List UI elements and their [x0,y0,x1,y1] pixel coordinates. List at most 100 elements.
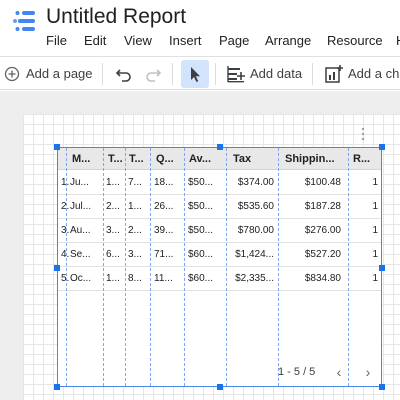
column-header[interactable]: Tax [233,148,273,170]
add-chart-button[interactable]: Add a cha [324,57,400,90]
add-chart-label: Add a cha [348,66,400,81]
pagination-label: 1 - 5 / 5 [278,366,316,378]
chevron-left-icon[interactable]: ‹ [332,364,346,380]
resize-handle[interactable] [217,144,223,150]
table-cell: Ju... [70,177,89,188]
table-cell: $187.28 [304,201,341,212]
table-cell: 26... [154,201,174,212]
table-cell: 18... [154,177,174,188]
table-cell: Oc... [70,273,92,284]
table-chart[interactable]: M... T... T... Q... Av... Tax Shippin...… [57,147,382,387]
toolbar: Add a page Add data Add a ch [0,56,400,90]
table-cell: 8... [128,273,142,284]
table-cell: $535.60 [237,201,274,212]
resize-handle[interactable] [54,384,60,390]
add-data-button[interactable]: Add data [226,57,302,90]
column-header[interactable]: T... [129,148,149,170]
table-cell: 1 [372,177,378,188]
table-cell: 71... [154,249,174,260]
table-row[interactable]: 2. Jul... 2... 1... 26... $50... $535.60 $187.2… [58,195,381,219]
column-header[interactable]: Av... [189,148,223,170]
table-cell: $50... [188,201,214,212]
table-cell: 2... [128,225,142,236]
menu-arrange[interactable]: Arrange [265,33,327,51]
more-options-icon[interactable] [360,127,366,141]
table-cell: 1 [372,201,378,212]
add-circle-icon [4,66,20,81]
resize-handle[interactable] [54,144,60,150]
undo-button[interactable] [115,57,133,90]
toolbar-divider [102,63,103,85]
table-cell: 1 [372,273,378,284]
add-page-label: Add a page [26,66,93,81]
table-header: M... T... T... Q... Av... Tax Shippin...… [58,148,381,170]
table-cell: 6... [106,249,120,260]
table-row[interactable]: 3. Au... 3... 2... 39... $50... $780.00 $276.00… [58,219,381,243]
table-cell: $2,335... [235,273,274,284]
redo-button[interactable] [144,57,162,90]
menu-help[interactable]: He [396,33,400,51]
column-header[interactable]: Shippin... [285,148,347,170]
table-row[interactable]: 4. Se... 6... 3... 71... $60... $1,424... $527.… [58,243,381,267]
toolbar-divider [215,63,216,85]
table-cell: Se... [70,249,91,260]
table-cell: 39... [154,225,174,236]
table-cell: $100.48 [304,177,341,188]
table-cell: 1... [106,273,120,284]
table-cell: $1,424... [235,249,274,260]
table-cell: $527.20 [304,249,341,260]
add-data-icon [227,65,245,82]
menu-file[interactable]: File [46,33,84,51]
table-cell: 1 [372,249,378,260]
undo-icon [115,68,131,82]
menu-view[interactable]: View [124,33,169,51]
resize-handle[interactable] [379,384,385,390]
table-cell: Au... [70,225,91,236]
toolbar-divider [172,63,173,85]
data-studio-logo [13,11,35,31]
table-cell: 3... [128,249,142,260]
select-pointer-icon [191,67,200,82]
table-row[interactable]: 1. Ju... 1... 7... 18... $50... $374.00 $100.48… [58,171,381,195]
column-header[interactable]: T... [108,148,124,170]
column-guide [66,148,67,386]
menu-edit[interactable]: Edit [84,33,124,51]
table-cell: 2... [106,201,120,212]
table-cell: $50... [188,177,214,188]
menu-insert[interactable]: Insert [169,33,219,51]
report-title[interactable]: Untitled Report [46,5,186,29]
menu-resource[interactable]: Resource [327,33,396,51]
chevron-right-icon[interactable]: › [361,364,375,380]
resize-handle[interactable] [379,265,385,271]
column-guide [103,148,104,386]
table-cell: 1... [128,201,142,212]
column-guide [278,148,279,386]
resize-handle[interactable] [54,265,60,271]
table-cell: $374.00 [237,177,274,188]
column-header[interactable]: Q... [156,148,181,170]
menu-bar: File Edit View Insert Page Arrange Resou… [46,33,400,51]
column-header[interactable]: R... [353,148,377,170]
menu-page[interactable]: Page [219,33,265,51]
column-guide [125,148,126,386]
table-row[interactable]: 5. Oc... 1... 8... 11... $60... $2,335... $834.… [58,267,381,291]
column-header[interactable]: M... [72,148,102,170]
redo-icon [146,68,162,82]
resize-handle[interactable] [379,144,385,150]
app-header: Untitled Report File Edit View Insert Pa… [0,0,400,54]
resize-handle[interactable] [217,384,223,390]
add-data-label: Add data [250,66,303,81]
table-cell: 1 [372,225,378,236]
table-cell: 7... [128,177,142,188]
select-tool-button[interactable] [181,60,209,88]
table-cell: $276.00 [304,225,341,236]
table-cell: $834.80 [304,273,341,284]
table-cell: $60... [188,249,214,260]
table-cell: $50... [188,225,214,236]
table-cell: 3... [106,225,120,236]
column-guide [226,148,227,386]
add-page-button[interactable]: Add a page [4,57,93,90]
table-cell: 1... [106,177,120,188]
column-guide [348,148,349,386]
table-cell: Jul... [70,201,92,212]
